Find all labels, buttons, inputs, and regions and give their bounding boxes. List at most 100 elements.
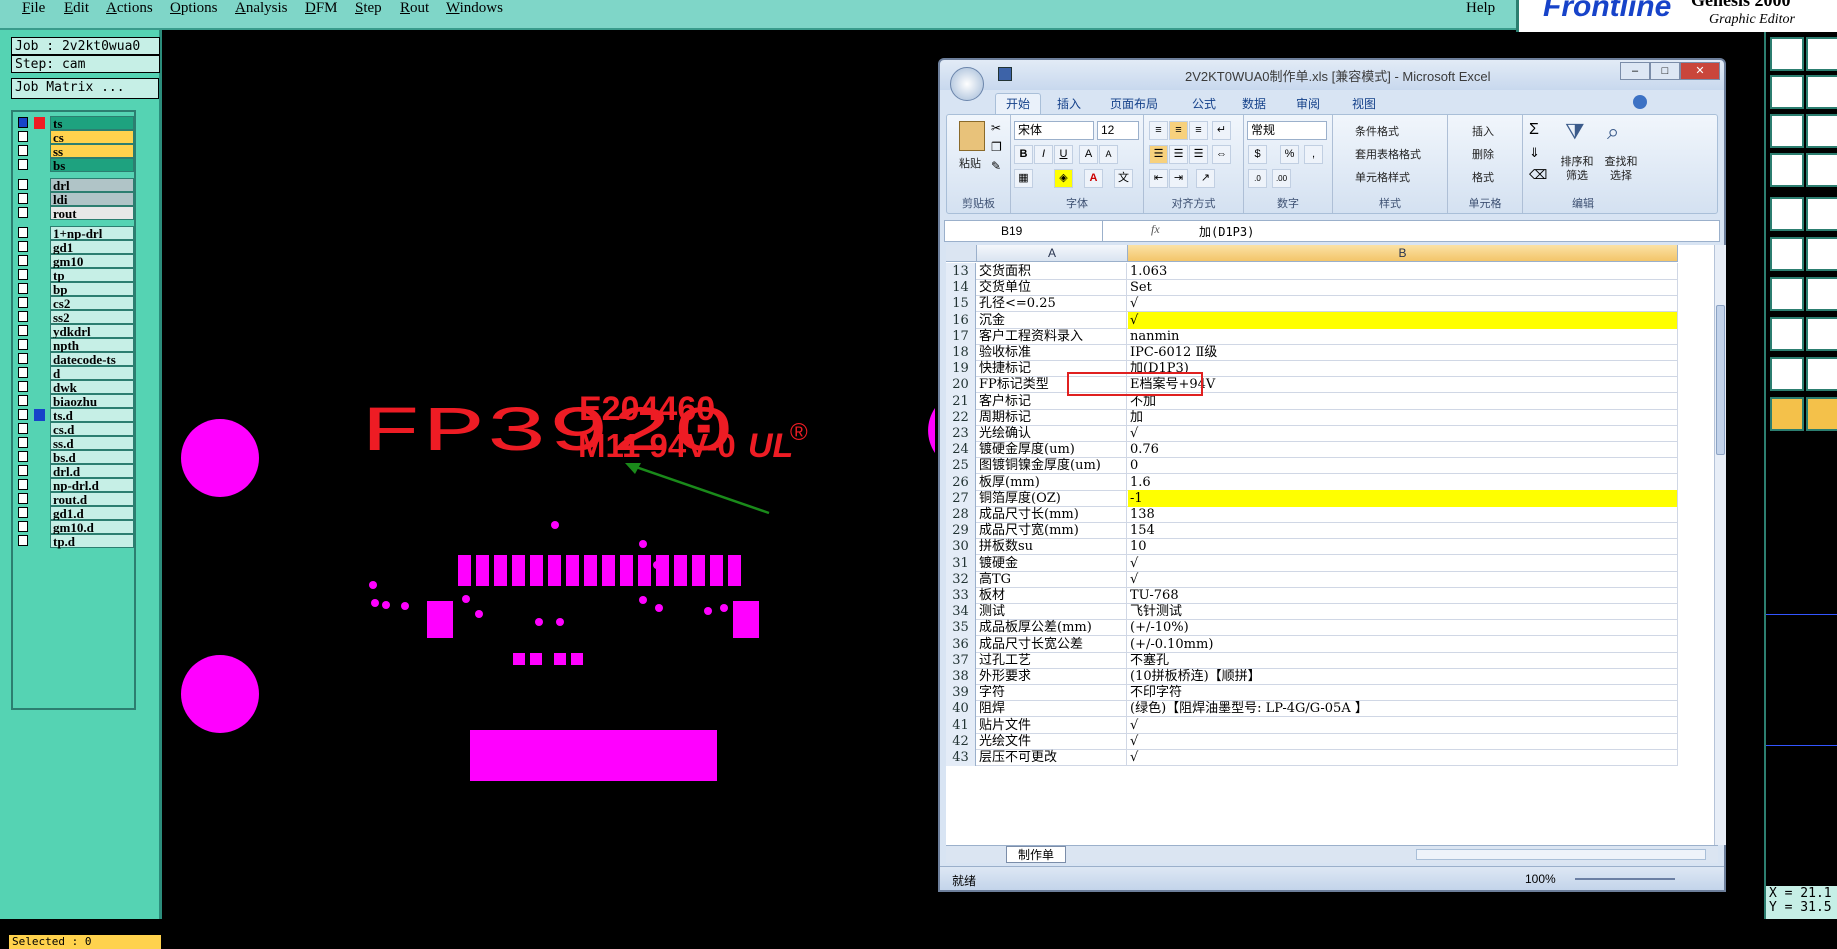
- tab-formulas[interactable]: 公式: [1192, 95, 1216, 112]
- cell-b[interactable]: √: [1128, 554, 1678, 572]
- tool-button[interactable]: [1770, 317, 1804, 351]
- layer-row[interactable]: ss: [17, 144, 134, 159]
- tool-button[interactable]: [1806, 317, 1837, 351]
- decrease-decimal-icon[interactable]: .00: [1272, 169, 1291, 188]
- sort-filter-icon[interactable]: ⧩: [1565, 119, 1585, 145]
- cell-a[interactable]: 交货单位: [977, 279, 1127, 297]
- cell-a[interactable]: 成品尺寸长宽公差: [977, 635, 1127, 653]
- layer-checkbox[interactable]: [18, 207, 28, 218]
- layer-row[interactable]: cs2: [17, 296, 134, 311]
- minimize-button[interactable]: –: [1620, 62, 1650, 80]
- cell-b[interactable]: 不印字符: [1128, 684, 1678, 702]
- tab-view[interactable]: 视图: [1352, 95, 1376, 112]
- menu-windows[interactable]: Windows: [446, 0, 503, 17]
- layer-checkbox[interactable]: [18, 451, 28, 462]
- select-all-corner[interactable]: [946, 245, 977, 262]
- layer-checkbox[interactable]: [18, 409, 28, 420]
- tab-page-layout[interactable]: 页面布局: [1110, 95, 1158, 112]
- close-button[interactable]: ✕: [1680, 62, 1720, 80]
- row-number[interactable]: 35: [946, 619, 976, 637]
- layer-checkbox[interactable]: [18, 353, 28, 364]
- layer-row[interactable]: ydkdrl: [17, 324, 134, 339]
- cell-a[interactable]: 阻焊: [977, 700, 1127, 718]
- row-number[interactable]: 39: [946, 684, 976, 702]
- layer-checkbox[interactable]: [18, 269, 28, 280]
- format-painter-icon[interactable]: ✎: [991, 159, 1001, 173]
- zoom-slider[interactable]: [1575, 878, 1675, 880]
- menu-step[interactable]: Step: [355, 0, 382, 17]
- cell-style-button[interactable]: 单元格样式: [1355, 169, 1410, 185]
- align-center-icon[interactable]: ☰: [1169, 145, 1188, 164]
- tool-button[interactable]: [1806, 357, 1837, 391]
- font-color-icon[interactable]: A: [1084, 169, 1103, 188]
- cell-b[interactable]: (10拼板桥连)【顺拼】: [1128, 668, 1678, 685]
- decrease-indent-icon[interactable]: ⇤: [1149, 169, 1168, 188]
- table-row[interactable]: 30 拼板数su 10: [946, 538, 1678, 556]
- table-row[interactable]: 35 成品板厚公差(mm) (+/-10%): [946, 619, 1678, 637]
- tool-button[interactable]: [1770, 114, 1804, 148]
- tab-data[interactable]: 数据: [1242, 95, 1266, 112]
- orientation-icon[interactable]: ↗: [1196, 169, 1215, 188]
- table-row[interactable]: 22 周期标记加: [946, 408, 1678, 426]
- table-row[interactable]: 13 交货面积 1.063: [946, 263, 1678, 280]
- layer-row[interactable]: gm10.d: [17, 520, 134, 535]
- row-number[interactable]: 32: [946, 570, 976, 588]
- conditional-format-button[interactable]: 条件格式: [1355, 123, 1399, 139]
- layer-checkbox[interactable]: [18, 193, 28, 204]
- menu-edit[interactable]: Edit: [64, 0, 89, 17]
- fill-icon[interactable]: ⇓: [1529, 145, 1540, 161]
- sum-icon[interactable]: Σ: [1529, 121, 1539, 139]
- table-row[interactable]: 33 板材 TU-768: [946, 587, 1678, 604]
- comma-icon[interactable]: ,: [1304, 145, 1323, 164]
- sort-filter-button[interactable]: 排序和筛选: [1559, 155, 1595, 183]
- cell-a[interactable]: 光绘文件: [977, 732, 1127, 750]
- row-number[interactable]: 34: [946, 603, 976, 621]
- cell-b[interactable]: 1.6: [1128, 473, 1678, 491]
- layer-checkbox[interactable]: [18, 117, 28, 128]
- layer-checkbox[interactable]: [18, 241, 28, 252]
- layer-checkbox[interactable]: [18, 339, 28, 350]
- find-select-button[interactable]: 查找和选择: [1603, 155, 1639, 183]
- grow-font-button[interactable]: A: [1079, 145, 1098, 164]
- table-row[interactable]: 20 FP标记类型 E档案号+94V: [946, 376, 1678, 394]
- cell-b[interactable]: 不塞孔: [1128, 651, 1678, 669]
- name-box[interactable]: B19: [945, 221, 1103, 241]
- cut-icon[interactable]: ✂: [991, 121, 1001, 135]
- cell-a[interactable]: 沉金: [977, 311, 1127, 329]
- align-top-icon[interactable]: ≡: [1149, 121, 1168, 140]
- cell-b[interactable]: -1: [1128, 489, 1678, 507]
- layer-row[interactable]: npth: [17, 338, 134, 353]
- border-icon[interactable]: ▦: [1014, 169, 1033, 188]
- layer-checkbox[interactable]: [18, 227, 28, 238]
- tool-button[interactable]: [1806, 197, 1837, 231]
- cell-a[interactable]: 成品尺寸长(mm): [977, 506, 1127, 523]
- format-cells-button[interactable]: 格式: [1472, 169, 1494, 185]
- tool-button[interactable]: [1806, 37, 1837, 71]
- cell-b[interactable]: (+/-0.10mm): [1128, 635, 1678, 653]
- cell-b[interactable]: √: [1128, 425, 1678, 442]
- number-format-combo[interactable]: 常规: [1247, 121, 1327, 140]
- cell-b[interactable]: √: [1128, 749, 1678, 766]
- menu-options[interactable]: Options: [170, 0, 218, 17]
- cell-b[interactable]: 154: [1128, 522, 1678, 540]
- cell-b[interactable]: Set: [1128, 279, 1678, 297]
- column-header-a[interactable]: A: [977, 245, 1128, 262]
- row-number[interactable]: 29: [946, 522, 976, 540]
- menu-dfm[interactable]: DFM: [305, 0, 338, 17]
- tool-button[interactable]: [1806, 75, 1837, 109]
- cell-a[interactable]: 镀硬金: [977, 554, 1127, 572]
- row-number[interactable]: 26: [946, 473, 976, 491]
- currency-icon[interactable]: $: [1248, 145, 1267, 164]
- layer-row[interactable]: rout.d: [17, 492, 134, 507]
- layer-row[interactable]: tp: [17, 268, 134, 283]
- clear-icon[interactable]: ⌫: [1529, 167, 1547, 183]
- tool-button[interactable]: [1770, 153, 1804, 187]
- row-number[interactable]: 19: [946, 360, 976, 378]
- table-row[interactable]: 27 铜箔厚度(OZ) -1: [946, 489, 1678, 507]
- table-row[interactable]: 41 贴片文件 √: [946, 716, 1678, 734]
- cell-a[interactable]: 图镀铜镍金厚度(um): [977, 457, 1127, 475]
- merge-icon[interactable]: ⇔: [1212, 145, 1231, 164]
- cell-a[interactable]: 交货面积: [977, 263, 1127, 280]
- table-row[interactable]: 15 孔径<=0.25 √: [946, 295, 1678, 313]
- cell-b[interactable]: 加: [1128, 408, 1678, 426]
